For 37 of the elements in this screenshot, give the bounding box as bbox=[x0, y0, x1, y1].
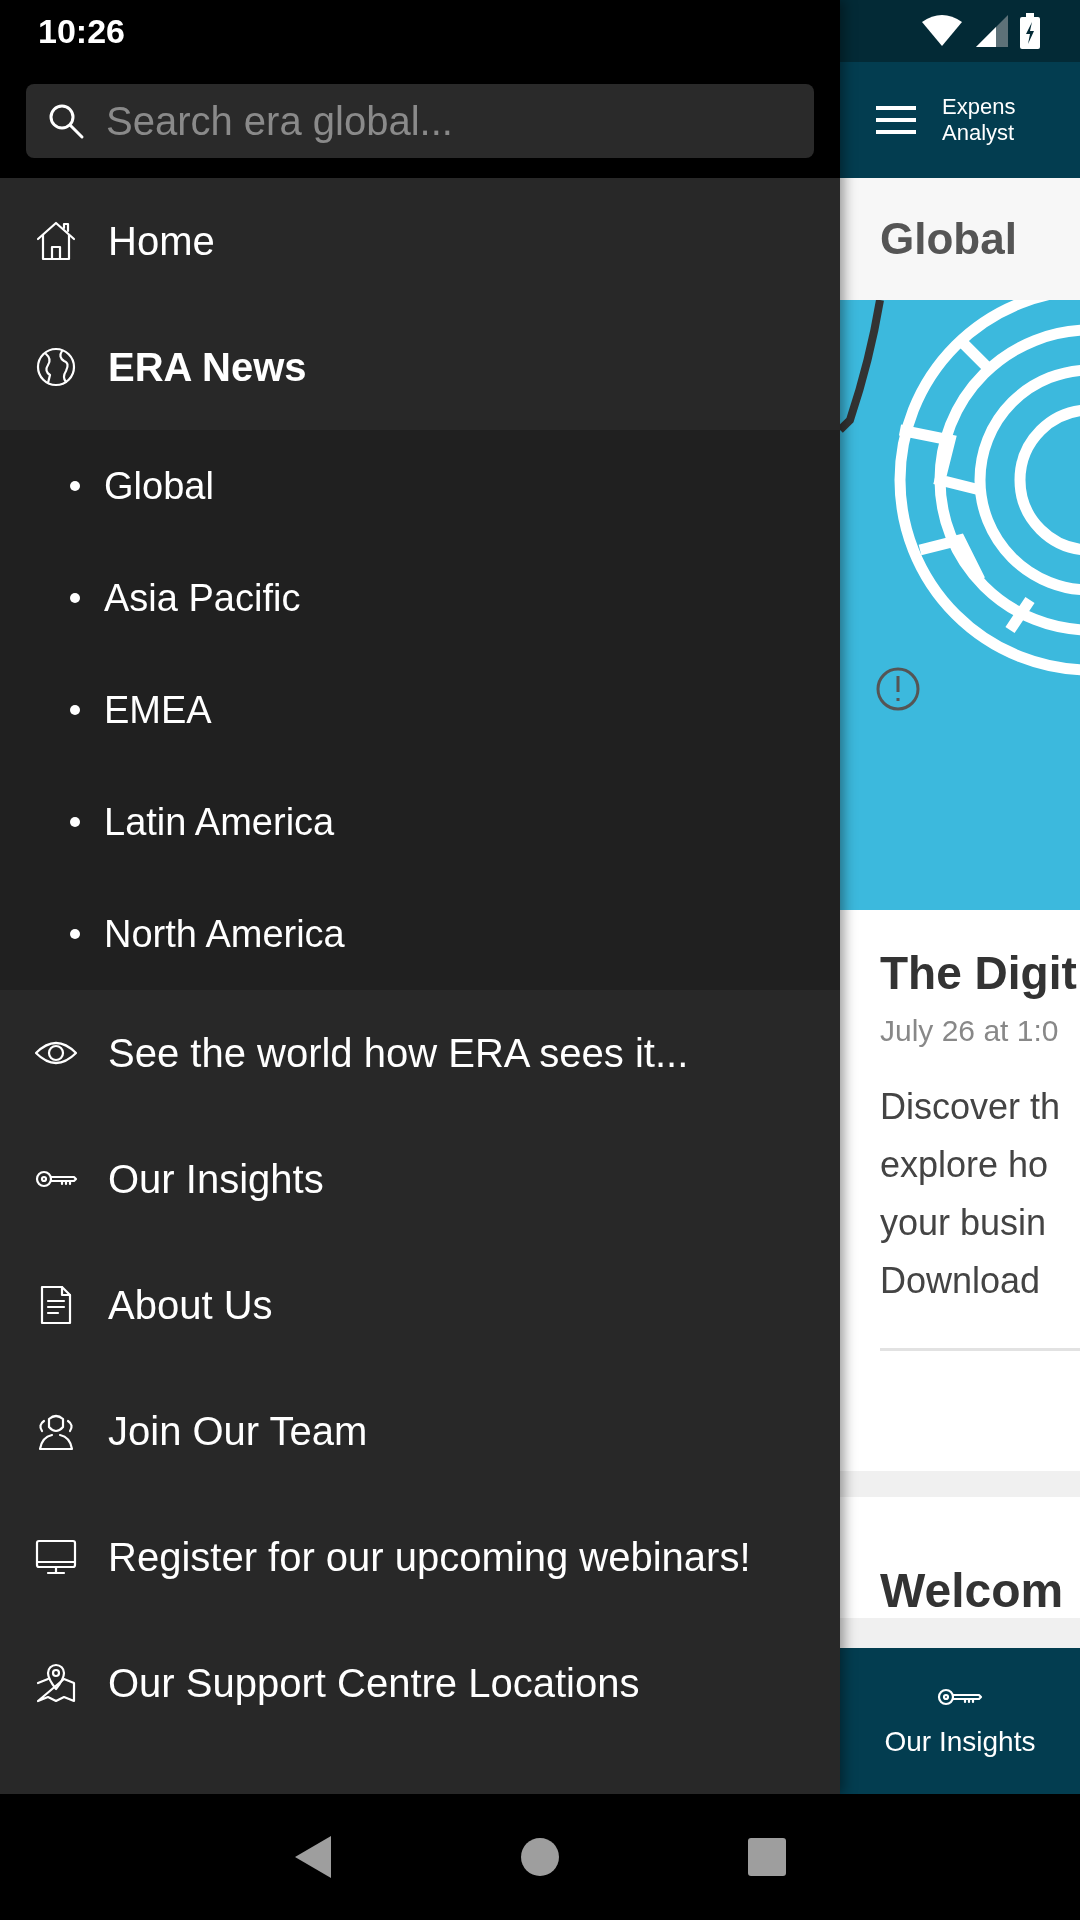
status-time: 10:26 bbox=[38, 11, 125, 51]
page-title: Global bbox=[880, 214, 1017, 264]
article-title: Welcom bbox=[880, 1563, 1065, 1618]
home-icon bbox=[34, 219, 78, 263]
battery-icon bbox=[1020, 13, 1040, 49]
bullet-icon bbox=[70, 481, 80, 491]
article-title: The Digit bbox=[880, 946, 1078, 1000]
globe-icon bbox=[34, 345, 78, 389]
menu-item[interactable]: Our Support Centre Locations bbox=[0, 1620, 840, 1746]
menu-item[interactable]: See the world how ERA sees it... bbox=[0, 990, 840, 1116]
bullet-icon bbox=[70, 929, 80, 939]
menu-item[interactable]: Join Our Team bbox=[0, 1368, 840, 1494]
menu-item[interactable]: Register for our upcoming webinars! bbox=[0, 1494, 840, 1620]
submenu-item[interactable]: Asia Pacific bbox=[0, 542, 840, 654]
menu-icon[interactable] bbox=[876, 105, 916, 135]
bullet-icon bbox=[70, 705, 80, 715]
article-excerpt: Discover th explore ho your busin Download bbox=[880, 1085, 1062, 1303]
search-field[interactable]: Search era global... bbox=[26, 84, 814, 158]
article-date: July 26 at 1:0 bbox=[880, 1014, 1060, 1048]
bullet-icon bbox=[70, 817, 80, 827]
back-icon[interactable] bbox=[293, 1834, 334, 1880]
brand-name: Analyst bbox=[942, 120, 1016, 146]
menu-item[interactable]: Our Insights bbox=[0, 1116, 840, 1242]
signal-icon bbox=[976, 15, 1008, 47]
submenu-item[interactable]: Latin America bbox=[0, 766, 840, 878]
home-button-icon[interactable] bbox=[520, 1837, 560, 1877]
submenu-item[interactable]: North America bbox=[0, 878, 840, 990]
submenu-item[interactable]: EMEA bbox=[0, 654, 840, 766]
menu-item[interactable]: About Us bbox=[0, 1242, 840, 1368]
brand-name: Expens bbox=[942, 94, 1016, 120]
menu-item[interactable]: ERA News bbox=[0, 304, 840, 430]
recents-icon[interactable] bbox=[746, 1837, 787, 1877]
submenu-item[interactable]: Global bbox=[0, 430, 840, 542]
wifi-icon bbox=[920, 14, 964, 48]
bullet-icon bbox=[70, 593, 80, 603]
menu-item[interactable]: Home bbox=[0, 178, 840, 304]
map-pin-icon bbox=[34, 1661, 78, 1705]
